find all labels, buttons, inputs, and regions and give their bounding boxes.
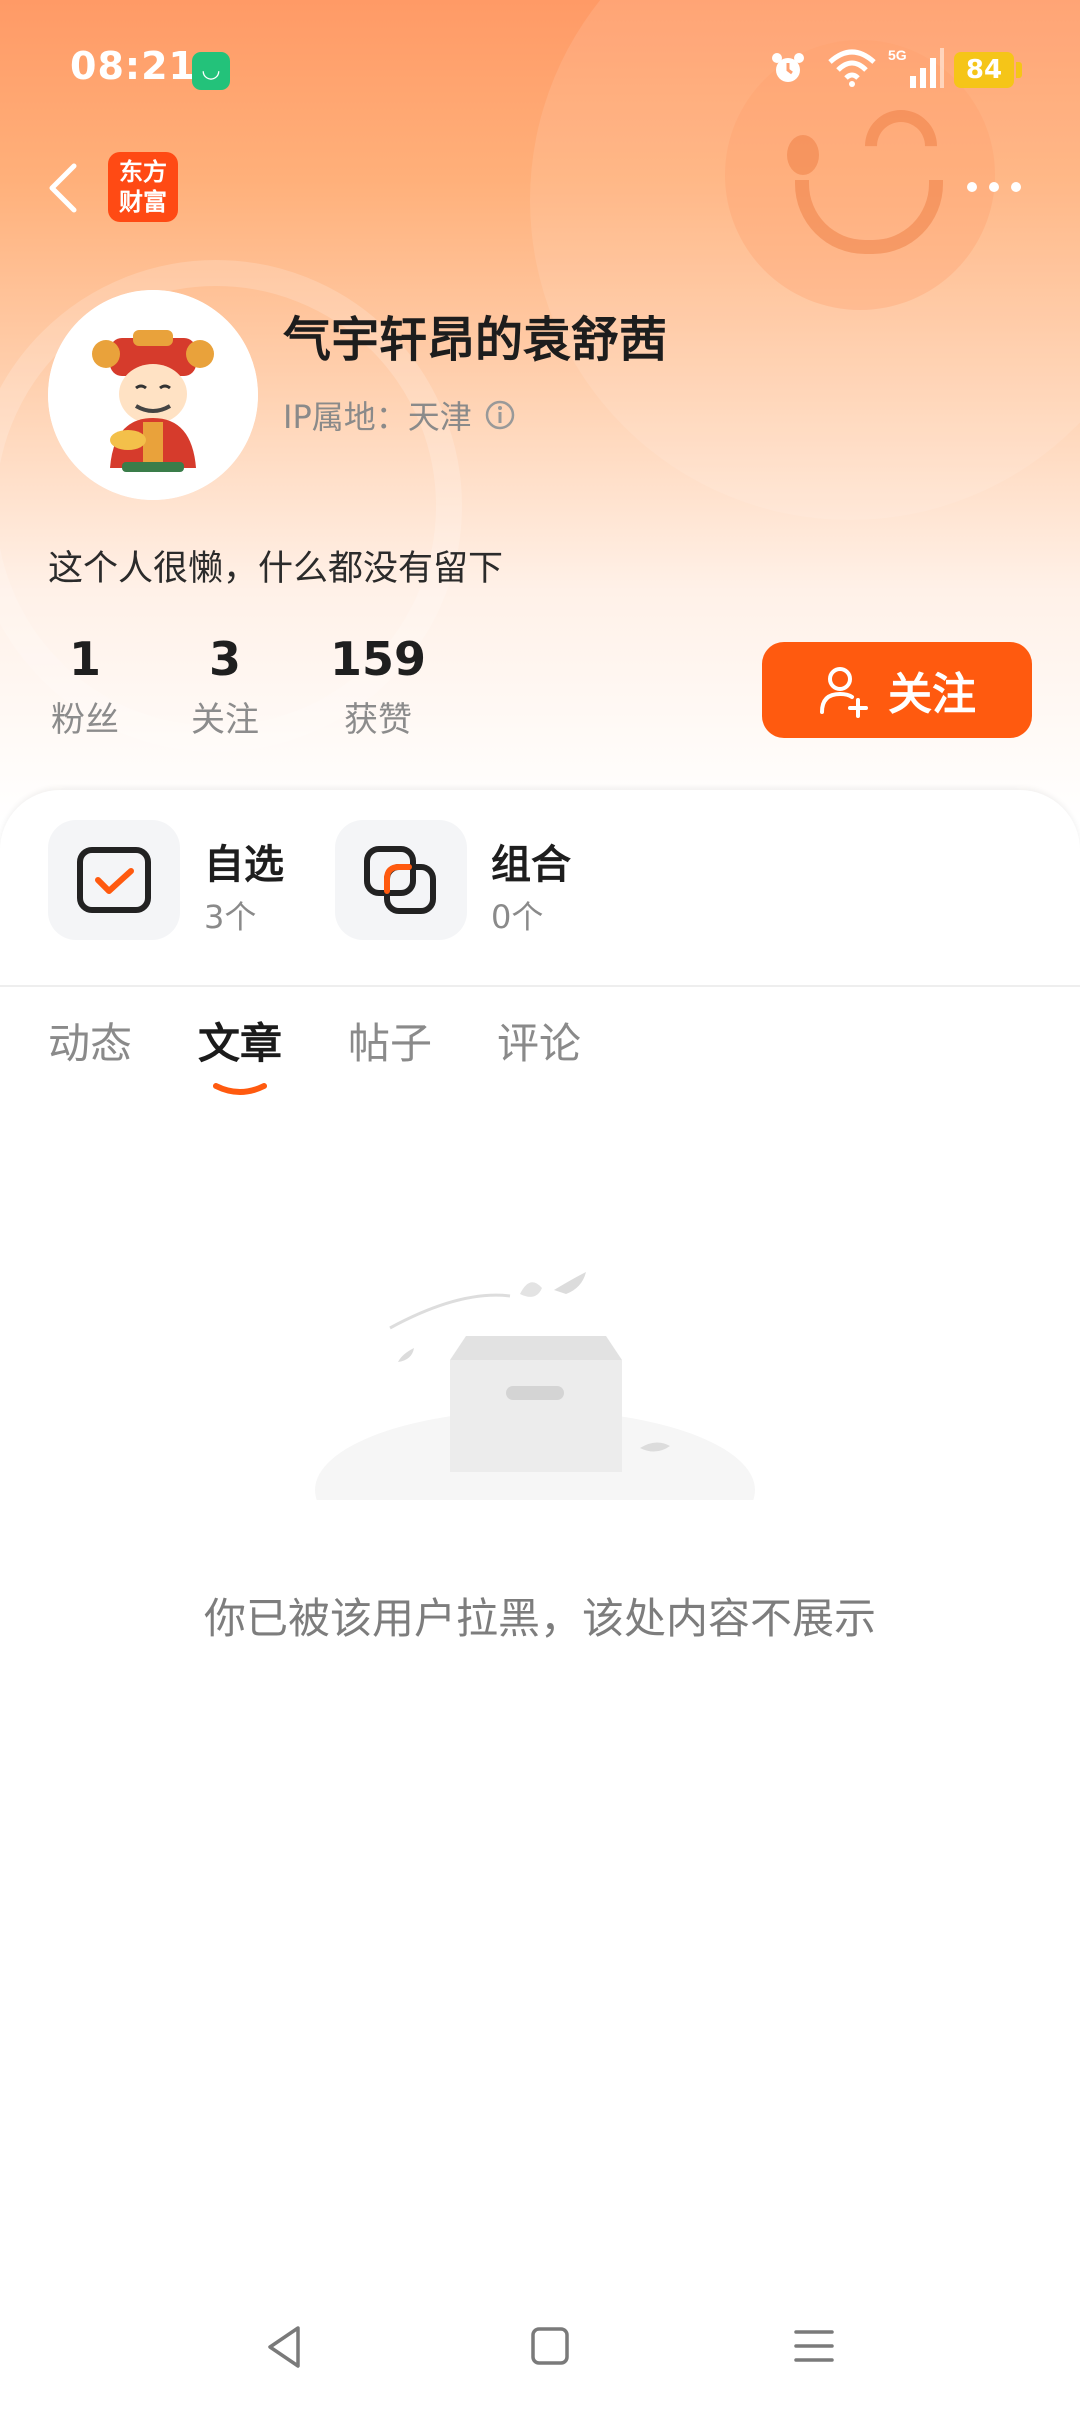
tab-articles[interactable]: 文章 <box>198 1010 282 1071</box>
back-arrow-icon[interactable] <box>44 160 84 216</box>
active-tab-indicator <box>213 1083 267 1095</box>
portfolio-tile <box>335 820 467 940</box>
stat-value: 3 <box>208 632 241 686</box>
shield-app-icon: ◡ <box>192 52 230 90</box>
watchlist-tile <box>48 820 180 940</box>
stat-value: 1 <box>68 632 101 686</box>
battery-indicator: 84 <box>954 52 1014 88</box>
stat-label: 关注 <box>191 700 259 740</box>
stat-label: 粉丝 <box>51 700 119 740</box>
status-time: 08:21 <box>70 44 196 88</box>
more-options-icon[interactable] <box>964 170 1024 204</box>
overlap-squares-icon <box>364 846 436 914</box>
stat-fans[interactable]: 1 粉丝 <box>40 632 130 741</box>
system-navigation-bar <box>0 2300 1080 2410</box>
avatar[interactable] <box>48 290 258 500</box>
info-icon[interactable] <box>484 399 516 431</box>
stat-following[interactable]: 3 关注 <box>180 632 270 741</box>
stat-likes[interactable]: 159 获赞 <box>318 632 438 741</box>
fortune-god-avatar-icon <box>48 290 258 500</box>
bio: 这个人很懒，什么都没有留下 <box>48 549 504 589</box>
username: 气宇轩昂的袁舒茜 <box>283 312 668 368</box>
follow-button-label: 关注 <box>888 669 976 720</box>
ip-location: IP属地：天津 <box>283 398 472 436</box>
system-menu-icon[interactable] <box>792 2324 836 2368</box>
portfolio-count: 0个 <box>491 898 544 936</box>
empty-box-illustration <box>315 1272 755 1500</box>
app-logo-line2: 财富 <box>119 188 167 216</box>
tab-comments[interactable]: 评论 <box>497 1010 581 1071</box>
svg-text:5G: 5G <box>888 47 907 63</box>
tab-posts[interactable]: 帖子 <box>348 1010 432 1071</box>
alarm-icon <box>772 53 804 82</box>
profile-stats: 1 粉丝 3 关注 159 获赞 <box>0 632 480 742</box>
blocked-message: 你已被该用户拉黑，该处内容不展示 <box>203 1594 876 1643</box>
system-home-icon[interactable] <box>528 2324 572 2368</box>
watchlist-count: 3个 <box>204 898 257 936</box>
checkbox-icon <box>77 847 151 913</box>
battery-tip <box>1016 62 1022 78</box>
app-logo[interactable]: 东方 财富 <box>108 152 178 222</box>
status-bar: 08:21 ◡ 5G 84 <box>0 0 1080 140</box>
system-back-icon[interactable] <box>262 2322 306 2372</box>
signal-5g-icon: 5G <box>888 47 944 88</box>
user-plus-icon <box>820 667 868 718</box>
ip-location-row: IP属地：天津 <box>283 392 516 438</box>
stat-value: 159 <box>329 632 427 686</box>
app-logo-line1: 东方 <box>119 158 167 186</box>
portfolio-title: 组合 <box>491 842 571 888</box>
tab-dynamics[interactable]: 动态 <box>48 1010 132 1071</box>
wifi-icon <box>828 49 876 87</box>
content-tabs: 动态 文章 帖子 评论 <box>0 1010 1080 1100</box>
follow-button[interactable]: 关注 <box>762 642 1032 738</box>
stat-label: 获赞 <box>344 700 412 740</box>
watchlist-title: 自选 <box>204 842 284 888</box>
content-card: 自选 3个 组合 0个 动态 文章 帖子 评论 你已被该用户拉黑，该处内容不展示 <box>0 790 1080 2412</box>
divider <box>0 985 1080 987</box>
